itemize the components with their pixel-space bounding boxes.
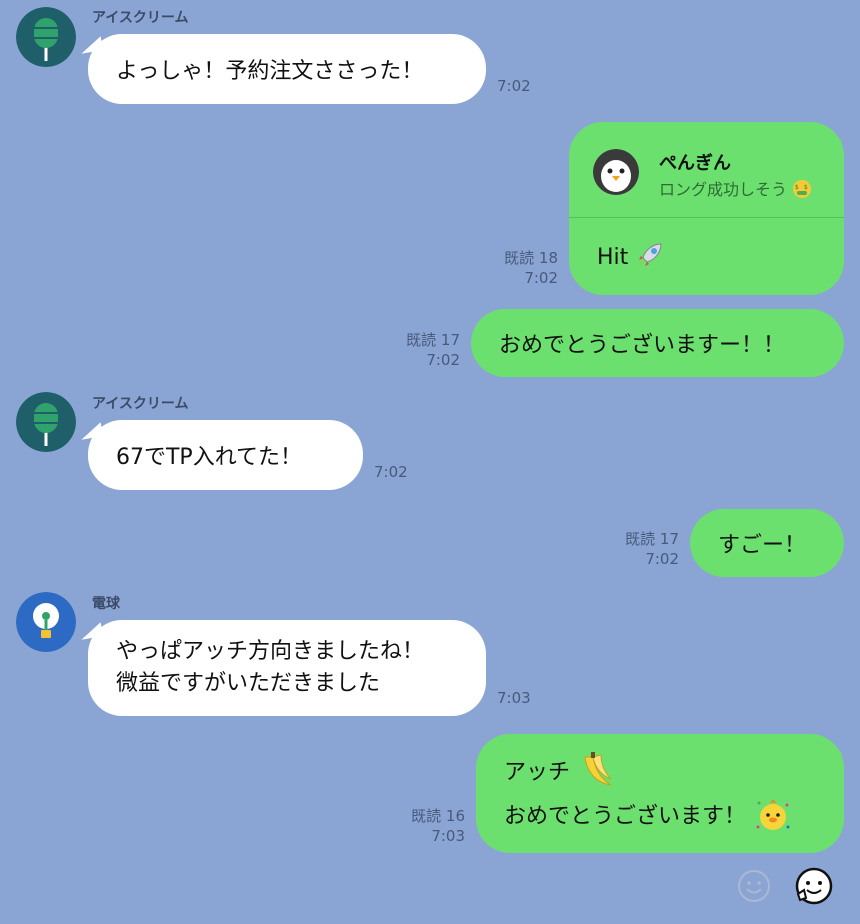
message-bubble[interactable]: 67でTP入れてた！ — [88, 420, 363, 490]
quoted-text: ロング成功しそう $ $ — [659, 176, 812, 200]
avatar-icecream[interactable] — [16, 392, 76, 452]
sticker-button[interactable] — [794, 866, 834, 910]
reply-card-bubble[interactable]: ぺんぎん ロング成功しそう $ $ Hit — [569, 122, 844, 295]
message-text-line: やっぱアッチ方向きましたね！ — [116, 639, 425, 664]
reply-divider — [569, 217, 844, 218]
message-time: 7:03 — [431, 827, 465, 845]
read-receipt: 既読 16 — [411, 807, 465, 825]
emoji-button[interactable] — [737, 869, 771, 907]
message-bubble[interactable]: すごー！ — [690, 509, 844, 577]
read-receipt: 既読 17 — [406, 331, 460, 349]
message-time: 7:03 — [497, 689, 531, 707]
message-text: おめでとうございますー！！ — [499, 333, 786, 358]
message-time: 7:02 — [645, 550, 679, 568]
message-text: Hit — [597, 240, 665, 270]
sender-name: アイスクリーム — [92, 396, 189, 412]
sender-name: 電球 — [92, 596, 120, 612]
message-text-line: おめでとうございます！ — [504, 795, 793, 839]
message-text: よっしゃ！予約注文ささった！ — [116, 59, 424, 84]
message-bubble[interactable]: アッチ おめでとうございます！ — [476, 734, 844, 853]
message-bubble[interactable]: よっしゃ！予約注文ささった！ — [88, 34, 486, 104]
rocket-icon — [638, 243, 662, 267]
lightbulb-avatar-icon — [16, 592, 76, 652]
avatar-lightbulb[interactable] — [16, 592, 76, 652]
message-text-line: 微益ですがいただきました — [116, 671, 381, 696]
smiley-face-icon — [738, 870, 770, 902]
message-text: 67でTP入れてた！ — [116, 445, 303, 470]
chick-sticker-icon — [756, 799, 790, 830]
quoted-avatar — [593, 149, 639, 195]
penguin-icon — [593, 149, 639, 195]
thumbs-up-sticker-icon — [795, 867, 833, 905]
read-receipt: 既読 18 — [504, 249, 558, 267]
banana-icon — [584, 751, 612, 785]
quoted-sender-name: ぺんぎん — [659, 153, 731, 174]
money-mouth-face-icon: $ $ — [793, 180, 812, 198]
avatar-icecream[interactable] — [16, 7, 76, 67]
message-bubble[interactable]: おめでとうございますー！！ — [471, 309, 844, 377]
message-time: 7:02 — [524, 269, 558, 287]
icecream-avatar-icon — [16, 392, 76, 452]
svg-text:$: $ — [795, 184, 799, 191]
sender-name: アイスクリーム — [92, 10, 189, 26]
message-text-line: アッチ — [504, 749, 617, 795]
message-bubble[interactable]: やっぱアッチ方向きましたね！ 微益ですがいただきました — [88, 620, 486, 716]
message-time: 7:02 — [426, 351, 460, 369]
message-text: すごー！ — [718, 533, 807, 558]
icecream-avatar-icon — [16, 7, 76, 67]
read-receipt: 既読 17 — [625, 530, 679, 548]
message-time: 7:02 — [497, 77, 531, 95]
svg-text:$: $ — [804, 184, 808, 191]
message-time: 7:02 — [374, 463, 408, 481]
